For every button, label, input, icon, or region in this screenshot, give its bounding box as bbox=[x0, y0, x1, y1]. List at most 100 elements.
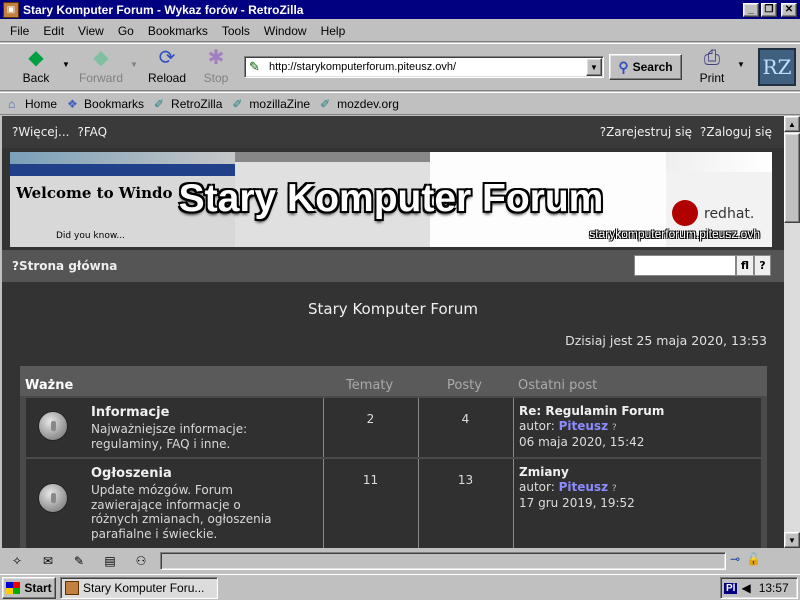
back-history-dropdown-icon[interactable]: ▼ bbox=[62, 60, 70, 69]
advanced-search-button[interactable]: ? bbox=[754, 255, 771, 276]
volume-icon[interactable]: ◀ bbox=[741, 581, 750, 595]
bookmark-link-icon: ✐ bbox=[232, 96, 243, 111]
forum-row-informacje: Informacje Najważniejsze informacje: reg… bbox=[26, 398, 761, 457]
last-post-author[interactable]: Piteusz bbox=[559, 419, 608, 433]
menu-file[interactable]: File bbox=[10, 24, 29, 38]
category-header: Ważne Tematy Posty Ostatni post bbox=[20, 366, 767, 396]
retrozilla-logo[interactable]: RZ bbox=[758, 48, 796, 86]
last-post-date: 17 gru 2019, 19:52 bbox=[519, 496, 635, 510]
category-title[interactable]: Ważne bbox=[25, 378, 73, 393]
bookmark-home[interactable]: ⌂ Home bbox=[8, 97, 57, 111]
bookmark-bookmarks[interactable]: ❖ Bookmarks bbox=[67, 97, 144, 111]
last-post-author[interactable]: Piteusz bbox=[559, 480, 608, 494]
scroll-up-icon[interactable]: ▲ bbox=[784, 116, 800, 132]
menu-help[interactable]: Help bbox=[321, 24, 346, 38]
retrozilla-task-icon bbox=[65, 581, 79, 595]
login-link[interactable]: ?Zaloguj się bbox=[700, 125, 772, 139]
column-divider bbox=[513, 459, 514, 548]
banner-title: Stary Komputer Forum bbox=[178, 177, 604, 220]
more-link[interactable]: ?Więcej... bbox=[12, 125, 69, 139]
forum-name[interactable]: Informacje bbox=[91, 405, 169, 420]
close-button[interactable]: ✕ bbox=[781, 2, 797, 17]
taskbar-window-button[interactable]: Stary Komputer Foru... bbox=[60, 577, 218, 599]
goto-last-post-icon[interactable]: ? bbox=[612, 423, 617, 433]
register-link[interactable]: ?Zarejestruj się bbox=[600, 125, 692, 139]
navigator-icon[interactable]: ✧ bbox=[6, 553, 28, 569]
menu-window[interactable]: Window bbox=[264, 24, 307, 38]
mail-icon[interactable]: ✉ bbox=[37, 553, 59, 569]
forum-topics-count: 2 bbox=[366, 412, 375, 426]
vertical-scrollbar[interactable]: ▲ ▼ bbox=[784, 116, 800, 548]
forum-banner[interactable]: Welcome to Windo Did you know... redhat.… bbox=[10, 152, 772, 247]
forum-search-button[interactable]: fl bbox=[736, 255, 754, 276]
menu-tools[interactable]: Tools bbox=[222, 24, 250, 38]
reload-icon: ⟳ bbox=[158, 47, 176, 69]
clock[interactable]: 13:57 bbox=[759, 581, 789, 595]
bookmark-mozdev-label: mozdev.org bbox=[337, 96, 399, 111]
site-name: Stary Komputer Forum bbox=[308, 300, 478, 318]
bookmark-link-icon: ✐ bbox=[154, 96, 165, 111]
window-title-bar[interactable]: ▣ Stary Komputer Forum - Wykaz forów - R… bbox=[0, 0, 800, 19]
minimize-button[interactable]: _ bbox=[743, 2, 759, 17]
back-arrow-icon: ◆ bbox=[28, 47, 44, 69]
last-post-title[interactable]: Re: Regulamin Forum bbox=[519, 404, 759, 419]
back-button[interactable]: ◆ Back bbox=[12, 47, 60, 89]
forum-read-icon bbox=[38, 483, 68, 513]
current-date: Dzisiaj jest 25 maja 2020, 13:53 bbox=[565, 333, 767, 348]
search-button[interactable]: ⚲ Search bbox=[609, 54, 682, 80]
menu-edit[interactable]: Edit bbox=[43, 24, 64, 38]
navigation-toolbar: ◆ Back ▼ ◆ Forward ▼ ⟳ Reload ✱ Stop ✎ h… bbox=[0, 43, 800, 91]
url-input[interactable]: http://starykomputerforum.piteusz.ovh/ bbox=[269, 61, 586, 73]
forward-history-dropdown-icon[interactable]: ▼ bbox=[130, 60, 138, 69]
bookmark-retrozilla[interactable]: ✐ RetroZilla bbox=[154, 97, 222, 111]
forum-description: Update mózgów. Forum zawierające informa… bbox=[91, 483, 272, 541]
menu-bar: File Edit View Go Bookmarks Tools Window… bbox=[0, 20, 800, 42]
chatzilla-icon[interactable]: ⚇ bbox=[130, 553, 152, 569]
bookmark-mozillazine[interactable]: ✐ mozillaZine bbox=[232, 97, 310, 111]
composer-icon[interactable]: ✎ bbox=[68, 553, 90, 569]
column-topics: Tematy bbox=[346, 378, 394, 393]
last-post-title[interactable]: Zmiany bbox=[519, 465, 759, 480]
stop-button[interactable]: ✱ Stop bbox=[192, 47, 240, 89]
forum-read-icon bbox=[38, 411, 68, 441]
menu-go[interactable]: Go bbox=[118, 24, 134, 38]
last-post-author-prefix: autor: bbox=[519, 479, 559, 494]
print-dropdown-icon[interactable]: ▼ bbox=[737, 60, 745, 69]
maximize-button[interactable]: ❐ bbox=[761, 2, 777, 17]
url-bar[interactable]: ✎ http://starykomputerforum.piteusz.ovh/… bbox=[244, 56, 604, 78]
forum-topics-count: 11 bbox=[362, 473, 379, 487]
banner-site-url: starykomputerforum.piteusz.ovh bbox=[589, 227, 760, 241]
online-status-icon[interactable]: ⊸ bbox=[730, 552, 740, 566]
app-icon[interactable]: ▣ bbox=[3, 1, 19, 18]
language-indicator[interactable]: Pl bbox=[724, 582, 738, 594]
scroll-down-icon[interactable]: ▼ bbox=[784, 532, 800, 548]
security-lock-icon[interactable]: 🔓 bbox=[746, 552, 761, 566]
address-book-icon[interactable]: ▤ bbox=[99, 553, 121, 569]
menu-view[interactable]: View bbox=[78, 24, 104, 38]
bookmark-mozillazine-label: mozillaZine bbox=[249, 96, 311, 111]
start-button[interactable]: Start bbox=[2, 577, 56, 599]
print-label: Print bbox=[699, 71, 725, 85]
column-last-post: Ostatni post bbox=[518, 378, 598, 393]
faq-link[interactable]: ?FAQ bbox=[77, 125, 107, 139]
print-button[interactable]: ⎙ Print bbox=[688, 47, 736, 89]
goto-last-post-icon[interactable]: ? bbox=[612, 484, 617, 494]
page-icon: ✎ bbox=[249, 59, 260, 74]
menu-bookmarks[interactable]: Bookmarks bbox=[148, 24, 208, 38]
reload-label: Reload bbox=[147, 71, 187, 85]
forward-button[interactable]: ◆ Forward bbox=[77, 47, 125, 89]
page-viewport[interactable]: ?Więcej... ?FAQ ?Zarejestruj się ?Zalogu… bbox=[2, 116, 784, 548]
stop-label: Stop bbox=[203, 71, 229, 85]
bookmarks-icon: ❖ bbox=[67, 96, 78, 111]
reload-button[interactable]: ⟳ Reload bbox=[143, 47, 191, 89]
windows-logo-icon bbox=[6, 582, 21, 594]
url-history-dropdown-icon[interactable]: ▼ bbox=[586, 58, 602, 76]
forum-last-post: Re: Regulamin Forum autor: Piteusz ? 06 … bbox=[519, 404, 759, 450]
forum-search-input[interactable] bbox=[634, 255, 736, 276]
home-nav-link[interactable]: ?Strona główna bbox=[12, 259, 117, 273]
forum-name[interactable]: Ogłoszenia bbox=[91, 466, 172, 481]
bookmark-mozdev[interactable]: ✐ mozdev.org bbox=[320, 97, 399, 111]
scroll-thumb[interactable] bbox=[784, 133, 800, 223]
forum-top-bar: ?Więcej... ?FAQ ?Zarejestruj się ?Zalogu… bbox=[2, 116, 784, 148]
bookmark-home-label: Home bbox=[25, 96, 58, 111]
